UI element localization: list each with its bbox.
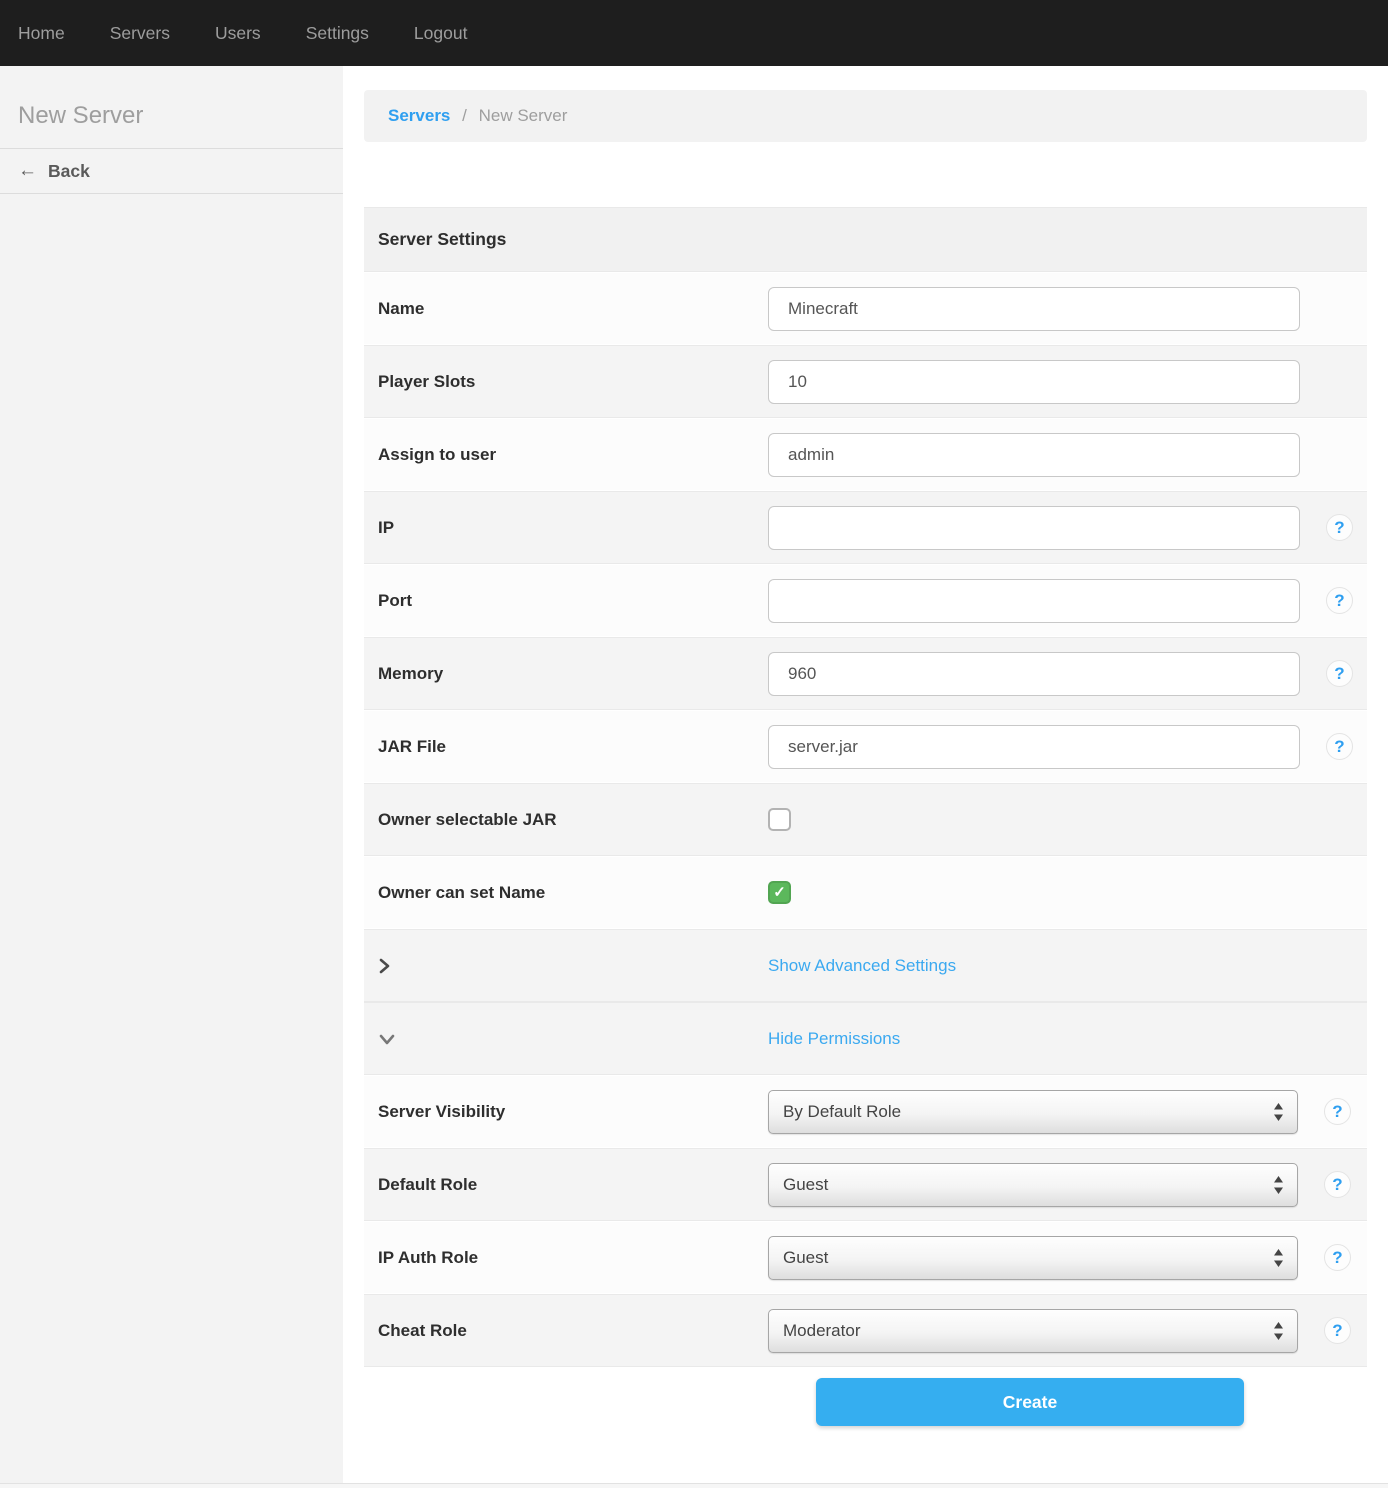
name-label: Name — [378, 299, 768, 319]
back-arrow-icon: ← — [18, 160, 37, 182]
show-advanced-settings-link[interactable]: Show Advanced Settings — [768, 956, 956, 976]
help-icon[interactable]: ? — [1326, 514, 1353, 541]
form-row-advanced-toggle: Show Advanced Settings — [364, 930, 1367, 1001]
owner-selectable-jar-checkbox[interactable]: ✓ — [768, 808, 791, 831]
default-role-label: Default Role — [378, 1175, 768, 1195]
create-button[interactable]: Create — [816, 1378, 1244, 1426]
select-arrows-icon — [1273, 1102, 1284, 1122]
form-row-assign-user: Assign to user — [364, 419, 1367, 490]
help-icon[interactable]: ? — [1324, 1098, 1351, 1125]
nav-logout[interactable]: Logout — [414, 23, 468, 44]
select-value: By Default Role — [783, 1102, 901, 1122]
help-icon[interactable]: ? — [1326, 733, 1353, 760]
form-row-submit: Create — [364, 1368, 1367, 1458]
back-button[interactable]: ← Back — [0, 148, 343, 194]
back-label: Back — [48, 161, 90, 182]
sidebar: New Server ← Back — [0, 66, 343, 1488]
form-row-permissions-toggle: Hide Permissions — [364, 1003, 1367, 1074]
form-row-port: Port ? — [364, 565, 1367, 636]
nav-home[interactable]: Home — [18, 23, 65, 44]
form-row-jar-file: JAR File ? — [364, 711, 1367, 782]
breadcrumb-current: New Server — [479, 106, 568, 125]
port-input[interactable] — [768, 579, 1300, 623]
breadcrumb: Servers / New Server — [364, 90, 1367, 142]
chevron-right-icon — [378, 957, 392, 975]
help-icon[interactable]: ? — [1324, 1244, 1351, 1271]
form-row-owner-can-set-name: Owner can set Name ✓ — [364, 857, 1367, 928]
owner-can-set-name-label: Owner can set Name — [378, 883, 768, 903]
ip-input[interactable] — [768, 506, 1300, 550]
main-content: Servers / New Server Server Settings Nam… — [343, 66, 1388, 1488]
owner-selectable-jar-label: Owner selectable JAR — [378, 810, 768, 830]
nav-settings[interactable]: Settings — [306, 23, 369, 44]
server-visibility-label: Server Visibility — [378, 1102, 768, 1122]
page-title: New Server — [0, 66, 343, 148]
section-header: Server Settings — [364, 208, 1367, 271]
help-icon[interactable]: ? — [1324, 1317, 1351, 1344]
jar-file-label: JAR File — [378, 737, 768, 757]
select-arrows-icon — [1273, 1248, 1284, 1268]
memory-label: Memory — [378, 664, 768, 684]
ip-label: IP — [378, 518, 768, 538]
select-value: Guest — [783, 1175, 828, 1195]
select-arrows-icon — [1273, 1321, 1284, 1341]
form-row-ip: IP ? — [364, 492, 1367, 563]
form-row-server-visibility: Server Visibility By Default Role ? — [364, 1076, 1367, 1147]
select-arrows-icon — [1273, 1175, 1284, 1195]
default-role-select[interactable]: Guest — [768, 1163, 1298, 1207]
form-row-owner-selectable-jar: Owner selectable JAR ✓ — [364, 784, 1367, 855]
form-row-ip-auth-role: IP Auth Role Guest ? — [364, 1222, 1367, 1293]
bottom-strip — [0, 1483, 1388, 1488]
nav-servers[interactable]: Servers — [110, 23, 170, 44]
name-input[interactable] — [768, 287, 1300, 331]
form-row-name: Name — [364, 273, 1367, 344]
form-row-player-slots: Player Slots — [364, 346, 1367, 417]
select-value: Moderator — [783, 1321, 860, 1341]
form-row-default-role: Default Role Guest ? — [364, 1149, 1367, 1220]
ip-auth-role-label: IP Auth Role — [378, 1248, 768, 1268]
section-title: Server Settings — [378, 229, 506, 250]
check-icon: ✓ — [773, 885, 786, 900]
player-slots-label: Player Slots — [378, 372, 768, 392]
port-label: Port — [378, 591, 768, 611]
navbar: Home Servers Users Settings Logout — [0, 0, 1388, 66]
nav-users[interactable]: Users — [215, 23, 261, 44]
help-icon[interactable]: ? — [1324, 1171, 1351, 1198]
owner-can-set-name-checkbox[interactable]: ✓ — [768, 881, 791, 904]
ip-auth-role-select[interactable]: Guest — [768, 1236, 1298, 1280]
breadcrumb-servers-link[interactable]: Servers — [388, 106, 450, 125]
cheat-role-select[interactable]: Moderator — [768, 1309, 1298, 1353]
jar-file-input[interactable] — [768, 725, 1300, 769]
help-icon[interactable]: ? — [1326, 587, 1353, 614]
select-value: Guest — [783, 1248, 828, 1268]
server-visibility-select[interactable]: By Default Role — [768, 1090, 1298, 1134]
hide-permissions-link[interactable]: Hide Permissions — [768, 1029, 900, 1049]
memory-input[interactable] — [768, 652, 1300, 696]
breadcrumb-separator: / — [462, 106, 467, 125]
form-row-cheat-role: Cheat Role Moderator ? — [364, 1295, 1367, 1366]
form-row-memory: Memory ? — [364, 638, 1367, 709]
help-icon[interactable]: ? — [1326, 660, 1353, 687]
cheat-role-label: Cheat Role — [378, 1321, 768, 1341]
player-slots-input[interactable] — [768, 360, 1300, 404]
assign-user-label: Assign to user — [378, 445, 768, 465]
assign-user-input[interactable] — [768, 433, 1300, 477]
chevron-down-icon — [378, 1032, 396, 1046]
